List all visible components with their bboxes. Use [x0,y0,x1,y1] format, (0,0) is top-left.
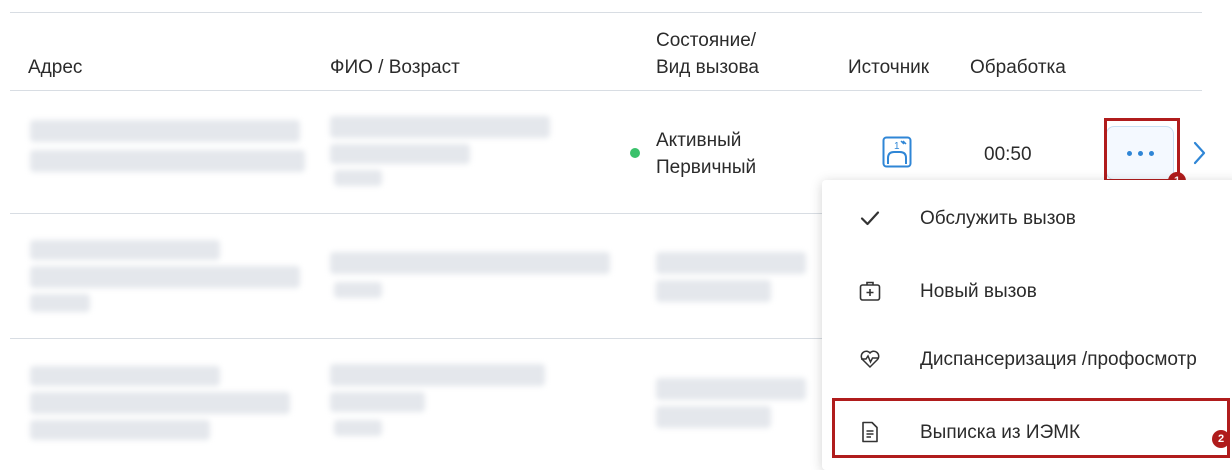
blurred-address [30,120,300,142]
blurred-address [30,240,220,260]
blurred-status [656,378,806,400]
check-icon [860,211,880,226]
chevron-right-icon[interactable] [1192,140,1208,166]
status-text: Активный [656,130,742,151]
blurred-address [30,420,210,440]
blurred-name [330,252,610,274]
menu-item-new-call[interactable]: Новый вызов [822,261,1232,321]
blurred-name [330,364,545,386]
column-header-status-line2: Вид вызова [656,57,759,78]
blurred-call-type [656,406,771,428]
active-status-dot [630,148,640,158]
blurred-status [656,252,806,274]
blurred-address [30,366,220,386]
blurred-name [330,392,425,412]
blurred-address [30,392,290,414]
column-header-source: Источник [848,57,930,78]
blurred-age [334,170,382,186]
source-icon: 1 [882,136,912,168]
blurred-address [30,266,300,288]
column-header-status-line1: Состояние/ [656,30,757,51]
annotation-badge-2: 2 [1212,430,1230,448]
menu-item-dispensary[interactable]: Диспансеризация /профосмотр [822,329,1232,389]
column-header-address: Адрес [28,57,83,78]
header-divider [10,90,1202,91]
menu-item-label: Диспансеризация /профосмотр [920,349,1197,370]
table-top-divider [10,12,1202,13]
column-header-processing: Обработка [970,57,1066,78]
menu-item-label: Новый вызов [920,281,1037,302]
blurred-address [30,150,305,172]
row-divider [10,338,822,339]
heart-pulse-icon [860,350,880,369]
blurred-age [334,420,382,436]
highlight-box-iemk-extract [832,398,1230,458]
blurred-age [334,282,382,298]
svg-text:1: 1 [894,141,900,152]
row-divider [10,213,822,214]
blurred-name [330,144,470,164]
blurred-address [30,294,90,312]
column-header-name-age: ФИО / Возраст [330,57,460,78]
processing-time: 00:50 [984,144,1032,165]
menu-item-serve-call[interactable]: Обслужить вызов [822,188,1232,248]
menu-item-label: Обслужить вызов [920,208,1076,229]
highlight-box-more-button [1104,118,1180,182]
call-type-text: Первичный [656,157,757,178]
medical-bag-plus-icon [859,281,881,301]
blurred-call-type [656,280,771,302]
blurred-name [330,116,550,138]
